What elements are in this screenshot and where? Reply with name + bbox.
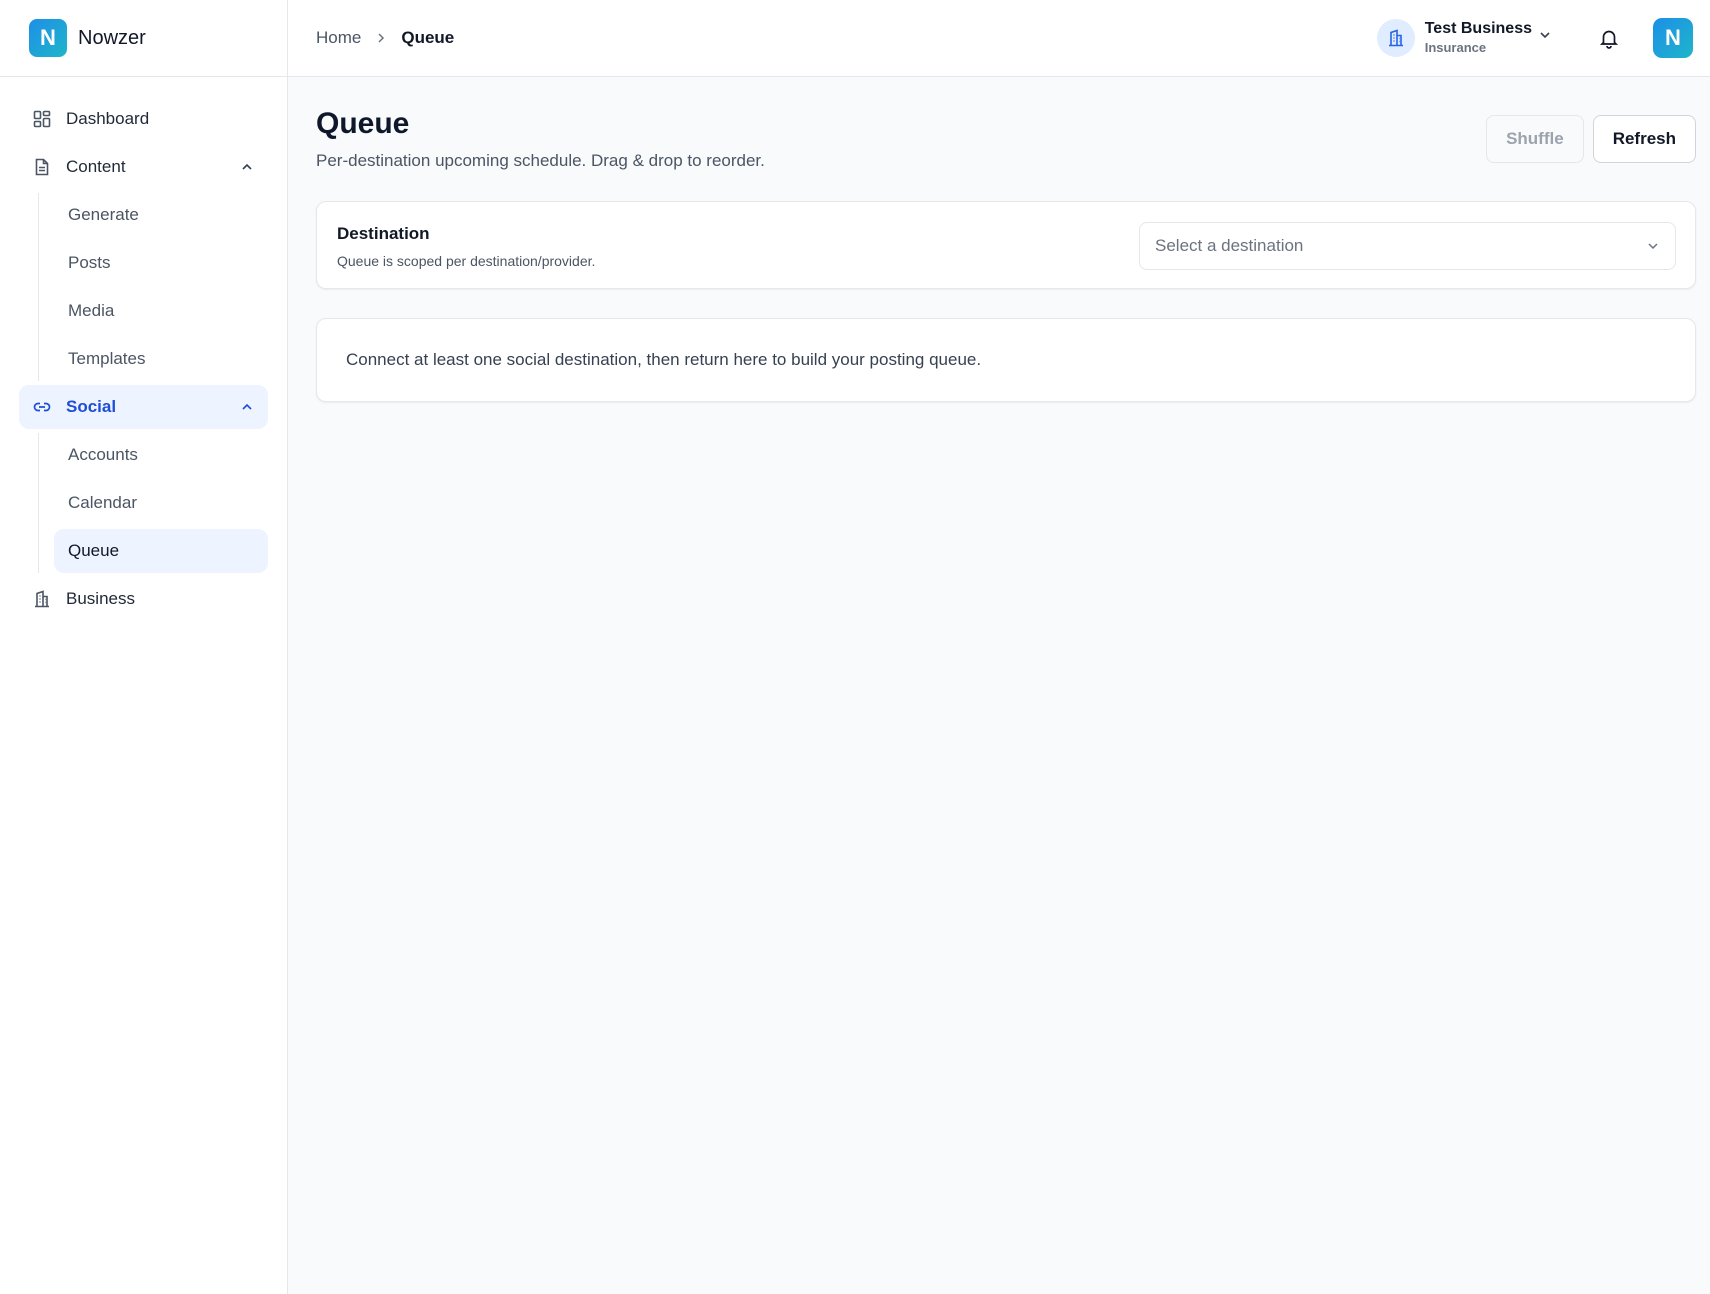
building-icon [1376, 19, 1415, 57]
business-name: Test Business [1424, 20, 1532, 37]
page-subtitle: Per-destination upcoming schedule. Drag … [316, 151, 765, 170]
building-icon [33, 590, 51, 608]
avatar[interactable]: N [1653, 18, 1693, 58]
empty-state-message: Connect at least one social destination,… [346, 350, 982, 369]
chevron-right-icon [375, 32, 387, 44]
chevron-up-icon [240, 400, 254, 414]
sidebar-item-label: Content [66, 157, 126, 176]
brand-logo: N [29, 19, 67, 57]
social-submenu: Accounts Calendar Queue [38, 433, 268, 573]
refresh-button[interactable]: Refresh [1592, 115, 1696, 163]
sidebar-item-posts[interactable]: Posts [54, 241, 268, 285]
chevron-down-icon [1538, 28, 1552, 42]
shuffle-button[interactable]: Shuffle [1486, 115, 1584, 163]
brand-name: Nowzer [78, 26, 146, 49]
sidebar: N Nowzer Dashboard Content Generate Post… [0, 0, 288, 1294]
business-switcher[interactable]: Test Business Insurance [1376, 19, 1552, 57]
link-icon [33, 398, 51, 416]
breadcrumb: Home Queue [288, 28, 454, 48]
business-category: Insurance [1424, 40, 1487, 55]
sidebar-item-calendar[interactable]: Calendar [54, 481, 268, 525]
destination-label: Destination [337, 224, 430, 243]
breadcrumb-current: Queue [401, 28, 455, 47]
destination-select-placeholder: Select a destination [1155, 236, 1304, 255]
sidebar-item-queue[interactable]: Queue [54, 529, 268, 573]
sidebar-item-generate[interactable]: Generate [54, 193, 268, 237]
document-icon [33, 158, 51, 176]
destination-help: Queue is scoped per destination/provider… [337, 253, 596, 269]
sidebar-item-social[interactable]: Social [19, 385, 268, 429]
empty-state-card: Connect at least one social destination,… [316, 318, 1696, 402]
page-actions: Shuffle Refresh [1486, 115, 1696, 163]
destination-card: Destination Queue is scoped per destinat… [316, 201, 1696, 289]
chevron-down-icon [1646, 239, 1660, 253]
sidebar-item-content[interactable]: Content [19, 145, 268, 189]
sidebar-nav: Dashboard Content Generate Posts Media T… [0, 77, 287, 621]
sidebar-item-label: Social [66, 397, 117, 416]
brand[interactable]: N Nowzer [0, 0, 287, 77]
sidebar-item-accounts[interactable]: Accounts [54, 433, 268, 477]
dashboard-icon [33, 110, 51, 128]
topbar-actions: Test Business Insurance N [1376, 18, 1710, 58]
chevron-up-icon [240, 160, 254, 174]
destination-select[interactable]: Select a destination [1139, 222, 1676, 270]
main-content: Queue Per-destination upcoming schedule.… [316, 77, 1696, 402]
sidebar-item-business[interactable]: Business [19, 577, 268, 621]
business-info: Test Business Insurance [1425, 19, 1532, 57]
breadcrumb-home[interactable]: Home [316, 28, 361, 48]
content-submenu: Generate Posts Media Templates [38, 193, 268, 381]
bell-icon[interactable] [1596, 25, 1622, 51]
sidebar-item-label: Dashboard [66, 109, 150, 128]
page-header: Queue Per-destination upcoming schedule.… [316, 77, 1696, 201]
sidebar-item-dashboard[interactable]: Dashboard [19, 97, 268, 141]
topbar: Home Queue Test Business Insurance N [288, 0, 1710, 77]
sidebar-item-media[interactable]: Media [54, 289, 268, 333]
sidebar-item-label: Business [66, 589, 135, 608]
sidebar-item-templates[interactable]: Templates [54, 337, 268, 381]
page-title: Queue [316, 107, 410, 140]
